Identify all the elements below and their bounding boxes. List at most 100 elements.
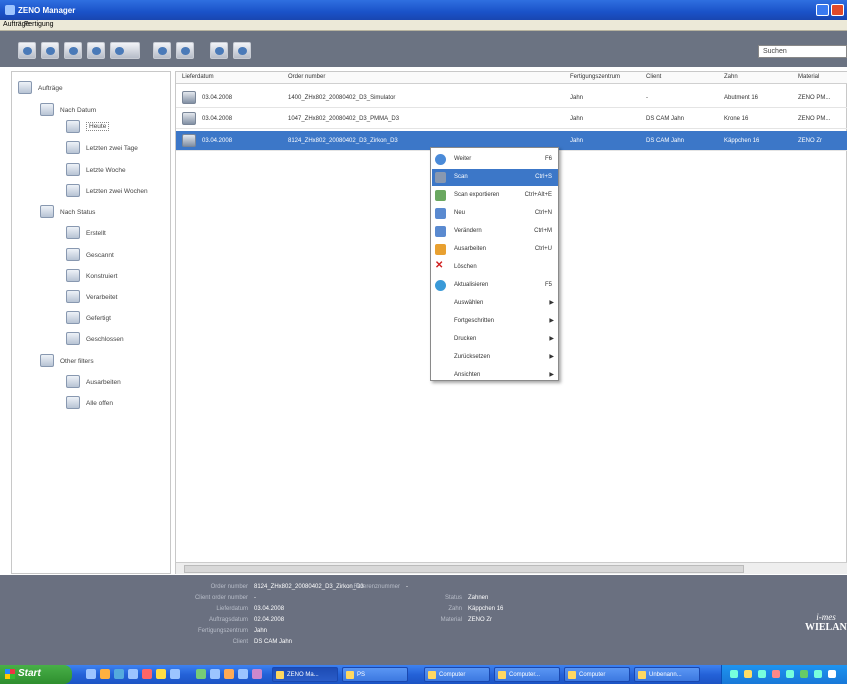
menu-item-veraendern[interactable]: Verändern Ctrl+M — [432, 223, 558, 240]
menu-item-weiter[interactable]: Weiter F6 — [432, 151, 558, 168]
quicklaunch-icon[interactable] — [114, 669, 124, 679]
detail-label: Referenznummer — [353, 584, 400, 590]
scrollbar-thumb[interactable] — [184, 565, 744, 573]
taskbar-item[interactable]: Computer — [564, 667, 630, 682]
export-icon — [435, 190, 446, 201]
tray-icon[interactable] — [786, 670, 794, 678]
quicklaunch-icon[interactable] — [210, 669, 220, 679]
col-material[interactable]: Material — [798, 74, 819, 80]
quicklaunch-icon[interactable] — [100, 669, 110, 679]
taskbar-item[interactable]: PS — [342, 667, 408, 682]
scan-button[interactable] — [41, 42, 59, 59]
wieland-logo: i-mes WIELAND — [805, 612, 847, 633]
sidebar-tree: Aufträge Nach Datum Heute Letzten zwei T… — [11, 71, 171, 574]
taskbar-item[interactable]: Unbenann... — [634, 667, 700, 682]
close-button[interactable] — [831, 4, 844, 16]
filter-icon — [40, 354, 54, 367]
tray-icon[interactable] — [800, 670, 808, 678]
taskbar-item[interactable]: Computer... — [494, 667, 560, 682]
col-order-number[interactable]: Order number — [288, 74, 325, 80]
col-fertigungszentrum[interactable]: Fertigungszentrum — [570, 74, 620, 80]
tray-icon[interactable] — [744, 670, 752, 678]
menu-item-ausarbeiten[interactable]: Ausarbeiten Ctrl+U — [432, 241, 558, 258]
detail-label: Material — [440, 617, 462, 623]
col-client[interactable]: Client — [646, 74, 661, 80]
detail-label: Auftragsdatum — [208, 617, 248, 623]
edit-button[interactable] — [87, 42, 105, 59]
menu-item-drucken[interactable]: Drucken ▶ — [432, 331, 558, 348]
system-tray — [721, 665, 847, 684]
taskbar: Start ZENO Ma... PS Computer Computer...… — [0, 665, 847, 684]
minimize-button[interactable] — [816, 4, 829, 16]
table-row[interactable]: 03.04.2008 1047_ZHx802_20080402_D3_PMMA_… — [176, 109, 847, 129]
scanner-icon — [66, 248, 80, 261]
tray-icon[interactable] — [758, 670, 766, 678]
submenu-arrow-icon: ▶ — [549, 372, 554, 378]
menu-item-zuruecksetzen[interactable]: Zurücksetzen ▶ — [432, 349, 558, 366]
submenu-arrow-icon: ▶ — [549, 300, 554, 306]
scanner-icon — [182, 91, 196, 104]
col-lieferdatum[interactable]: Lieferdatum — [182, 74, 214, 80]
view-button[interactable] — [110, 42, 140, 59]
detail-value: Käppchen 16 — [468, 606, 504, 612]
quicklaunch-icon[interactable] — [224, 669, 234, 679]
quicklaunch-icon[interactable] — [238, 669, 248, 679]
start-button[interactable]: Start — [0, 665, 72, 684]
info-button[interactable] — [233, 42, 251, 59]
menu-item-aktualisieren[interactable]: Aktualisieren F5 — [432, 277, 558, 294]
horizontal-scrollbar[interactable] — [176, 562, 847, 574]
detail-label: Client order number — [194, 595, 248, 601]
app-icon — [346, 671, 354, 679]
detail-value: Zahnen — [468, 595, 489, 601]
calendar-icon — [66, 120, 80, 133]
quicklaunch-icon[interactable] — [156, 669, 166, 679]
title-bar: ZENO Manager — [0, 0, 847, 20]
quicklaunch-icon[interactable] — [252, 669, 262, 679]
windows-logo-icon — [5, 669, 15, 679]
submenu-arrow-icon: ▶ — [549, 336, 554, 342]
app-icon — [5, 5, 15, 15]
menu-item-loeschen[interactable]: ✕ Löschen — [432, 259, 558, 276]
detail-value: Jahn — [254, 628, 268, 634]
app-icon — [276, 671, 284, 679]
status-icon — [40, 205, 54, 218]
taskbar-item[interactable]: Computer — [424, 667, 490, 682]
detail-value: 03.04.2008 — [254, 606, 285, 612]
next-button[interactable] — [18, 42, 36, 59]
col-zahn[interactable]: Zahn — [724, 74, 738, 80]
tray-icon[interactable] — [828, 670, 836, 678]
menu-item-ansichten[interactable]: Ansichten ▶ — [432, 367, 558, 384]
quicklaunch-icon[interactable] — [128, 669, 138, 679]
milling-icon — [66, 311, 80, 324]
menu-item-fortgeschritten[interactable]: Fortgeschritten ▶ — [432, 313, 558, 330]
detail-label: Fertigungszentrum — [197, 628, 248, 634]
taskbar-item[interactable]: ZENO Ma... — [272, 667, 338, 682]
quicklaunch-icon[interactable] — [196, 669, 206, 679]
menu-item-auswaehlen[interactable]: Auswählen ▶ — [432, 295, 558, 312]
book-button[interactable] — [210, 42, 228, 59]
quicklaunch-icon[interactable] — [142, 669, 152, 679]
new-order-icon — [182, 134, 196, 147]
tray-icon[interactable] — [772, 670, 780, 678]
menu-item-neu[interactable]: Neu Ctrl+N — [432, 205, 558, 222]
sync-button[interactable] — [176, 42, 194, 59]
closed-icon — [66, 332, 80, 345]
tab-fertigung[interactable]: Fertigung — [24, 21, 54, 28]
new-button[interactable] — [64, 42, 82, 59]
menu-item-scan-exportieren[interactable]: Scan exportieren Ctrl+Alt+E — [432, 187, 558, 204]
tray-icon[interactable] — [730, 670, 738, 678]
quicklaunch-icon[interactable] — [170, 669, 180, 679]
info-icon — [238, 47, 247, 55]
new-order-icon — [69, 47, 78, 55]
refresh-icon — [158, 47, 167, 55]
menu-item-scan[interactable]: Scan Ctrl+S — [432, 169, 558, 186]
submenu-arrow-icon: ▶ — [549, 318, 554, 324]
search-input[interactable]: Suchen — [758, 45, 847, 58]
table-row[interactable]: 03.04.2008 1400_ZHx802_20080402_D3_Simul… — [176, 88, 847, 108]
detail-label: Order number — [210, 584, 248, 590]
tray-icon[interactable] — [814, 670, 822, 678]
refresh-button[interactable] — [153, 42, 171, 59]
quicklaunch-icon[interactable] — [86, 669, 96, 679]
toolbar: Suchen — [0, 31, 847, 67]
paint-icon — [638, 671, 646, 679]
